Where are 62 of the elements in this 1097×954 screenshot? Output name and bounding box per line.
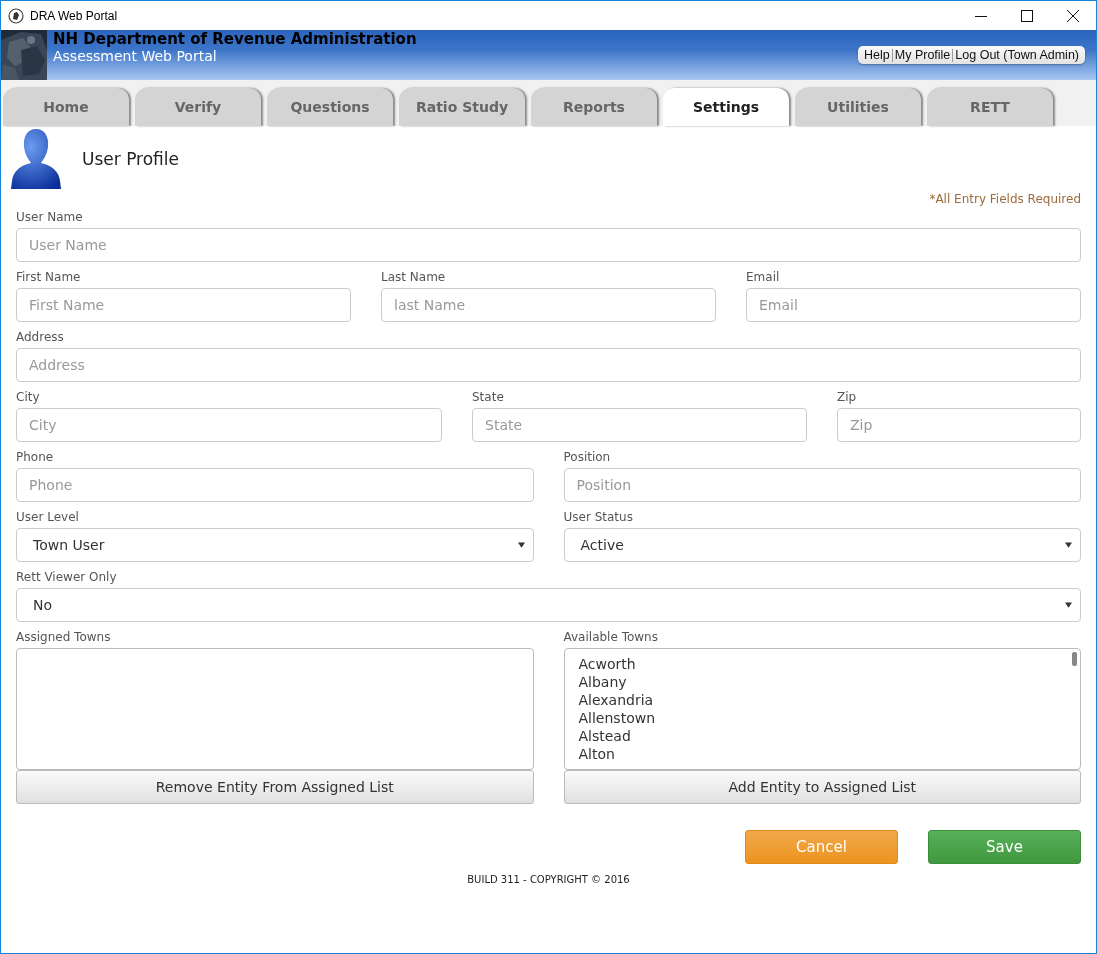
required-note: *All Entry Fields Required: [928, 192, 1081, 206]
window-title: DRA Web Portal: [30, 8, 118, 23]
list-action-button[interactable]: Add Entity to Assigned List: [563, 770, 1081, 804]
input-field[interactable]: User Name: [16, 228, 1081, 262]
field-label: Assigned Towns: [16, 630, 112, 644]
field-label: City: [16, 390, 41, 404]
nav-tab[interactable]: Utilities: [795, 88, 921, 126]
header-link[interactable]: Help: [863, 48, 891, 62]
field-label: User Level: [16, 510, 80, 524]
caret-icon: [1065, 602, 1072, 608]
header-subtitle: Assessment Web Portal: [53, 48, 218, 64]
field-label: Available Towns: [563, 630, 659, 644]
field-label: User Status: [563, 510, 634, 524]
nav-tab[interactable]: Reports: [531, 88, 657, 126]
nav-tab[interactable]: Verify: [135, 88, 261, 126]
input-field[interactable]: Phone: [16, 468, 534, 502]
input-field[interactable]: Address: [16, 348, 1081, 382]
app-icon: [8, 7, 24, 24]
field-label: Zip: [837, 390, 858, 404]
nav-tab[interactable]: RETT: [927, 88, 1053, 126]
list-item[interactable]: Albany: [578, 673, 1066, 691]
copyright-text: BUILD 311 - COPYRIGHT © 2016: [466, 874, 631, 885]
user-silhouette-icon: [9, 127, 63, 191]
close-icon[interactable]: [1067, 9, 1079, 22]
field-label: Position: [563, 450, 612, 464]
dropdown[interactable]: Active: [563, 528, 1081, 562]
scrollbar-thumb[interactable]: [1072, 652, 1077, 666]
list-item[interactable]: Allenstown: [578, 709, 1066, 727]
field-label: State: [472, 390, 505, 404]
nav-tab[interactable]: Home: [3, 88, 129, 126]
input-field[interactable]: First Name: [16, 288, 351, 322]
caret-icon: [1065, 542, 1072, 548]
header-link[interactable]: My Profile: [893, 48, 952, 62]
nav-tab[interactable]: Ratio Study: [399, 88, 525, 126]
list-item[interactable]: Alton: [578, 745, 1066, 763]
list-action-button[interactable]: Remove Entity From Assigned List: [16, 770, 534, 804]
input-field[interactable]: Email: [746, 288, 1081, 322]
nav-tab[interactable]: Settings: [663, 88, 789, 126]
input-field[interactable]: State: [472, 408, 807, 442]
header-title: NH Department of Revenue Administration: [53, 31, 417, 48]
field-label: Last Name: [381, 270, 447, 284]
nav-tab[interactable]: Questions: [267, 88, 393, 126]
input-field[interactable]: last Name: [381, 288, 716, 322]
input-field[interactable]: City: [16, 408, 442, 442]
input-field[interactable]: Position: [563, 468, 1081, 502]
header-link[interactable]: Log Out (Town Admin): [954, 48, 1080, 62]
field-label: First Name: [16, 270, 82, 284]
input-field[interactable]: Zip: [837, 408, 1081, 442]
page-title: User Profile: [82, 149, 179, 169]
dropdown[interactable]: No: [16, 588, 1081, 622]
list-item[interactable]: Alstead: [578, 727, 1066, 745]
field-label: User Name: [16, 210, 84, 224]
field-label: Rett Viewer Only: [16, 570, 118, 584]
field-label: Email: [746, 270, 781, 284]
field-label: Address: [16, 330, 65, 344]
list-box[interactable]: Acworth Albany Alexandria Allenstown Alstead Alton: [563, 648, 1081, 770]
caret-icon: [517, 542, 525, 548]
list-item[interactable]: Alexandria: [578, 691, 1066, 709]
field-label: Phone: [16, 450, 55, 464]
list-item[interactable]: Acworth: [578, 655, 1066, 673]
maximize-icon[interactable]: [1021, 9, 1033, 22]
dropdown[interactable]: Town User: [16, 528, 534, 562]
